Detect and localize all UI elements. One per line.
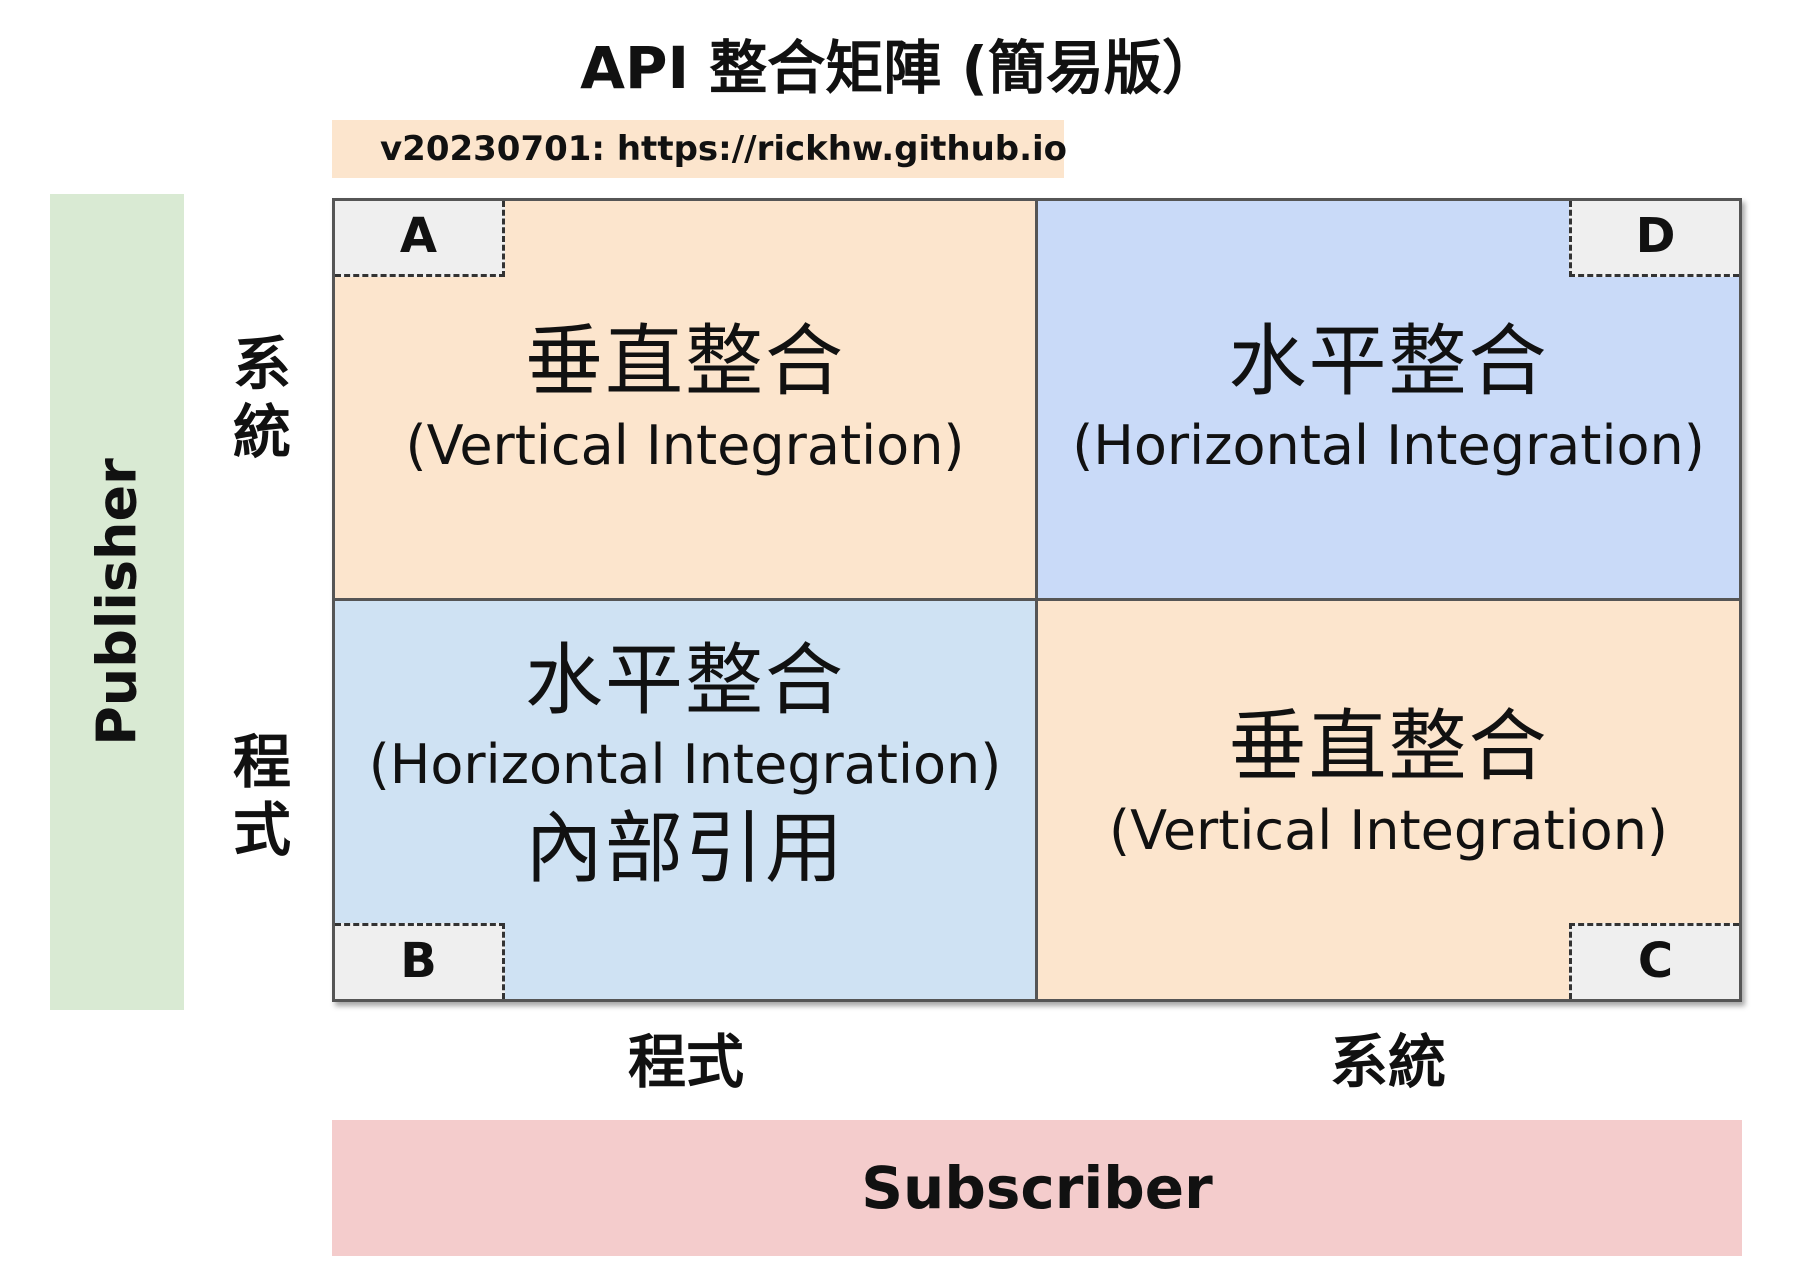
quadrant-c-content: 垂直整合 (Vertical Integration) [1109, 701, 1668, 869]
quadrant-d: 水平整合 (Horizontal Integration) D [1038, 201, 1739, 601]
row-label-system-char-1: 系 [232, 330, 291, 398]
quadrant-b: 水平整合 (Horizontal Integration) 內部引用 B [335, 601, 1038, 999]
row-label-program-char-1: 程 [232, 728, 291, 796]
quadrant-c-tag: C [1569, 923, 1739, 999]
quadrant-d-tag: D [1569, 201, 1739, 277]
row-label-system-char-2: 統 [232, 398, 291, 466]
quadrant-b-tag: B [335, 923, 505, 999]
publisher-label: Publisher [85, 458, 149, 746]
quadrant-b-subtitle: (Horizontal Integration) [368, 733, 1002, 796]
quadrant-a-tag: A [335, 201, 505, 277]
quadrant-d-subtitle: (Horizontal Integration) [1072, 413, 1705, 477]
quadrant-c: 垂直整合 (Vertical Integration) C [1038, 601, 1739, 999]
quadrant-b-note: 內部引用 [524, 804, 845, 894]
quadrant-a: 垂直整合 (Vertical Integration) A [335, 201, 1038, 601]
row-label-system: 系 統 [222, 330, 302, 466]
quadrant-a-title: 垂直整合 [524, 316, 845, 407]
quadrant-b-content: 水平整合 (Horizontal Integration) 內部引用 [369, 635, 1002, 895]
quadrant-c-subtitle: (Vertical Integration) [1109, 799, 1668, 862]
subscriber-axis: Subscriber [332, 1120, 1742, 1256]
integration-matrix: 垂直整合 (Vertical Integration) A 水平整合 (Hori… [332, 198, 1742, 1002]
quadrant-b-title: 水平整合 [524, 636, 845, 726]
diagram-title: API 整合矩陣 (簡易版） [580, 34, 1220, 102]
row-label-program: 程 式 [222, 728, 302, 864]
col-label-program: 程式 [627, 1028, 744, 1096]
quadrant-c-title: 垂直整合 [1228, 702, 1549, 792]
publisher-axis: Publisher [50, 194, 184, 1010]
quadrant-d-title: 水平整合 [1228, 316, 1549, 407]
version-banner: v20230701: https://rickhw.github.io [332, 120, 1067, 178]
row-label-program-char-2: 式 [232, 796, 291, 864]
quadrant-a-subtitle: (Vertical Integration) [405, 413, 965, 477]
col-label-system: 系統 [1329, 1028, 1446, 1096]
